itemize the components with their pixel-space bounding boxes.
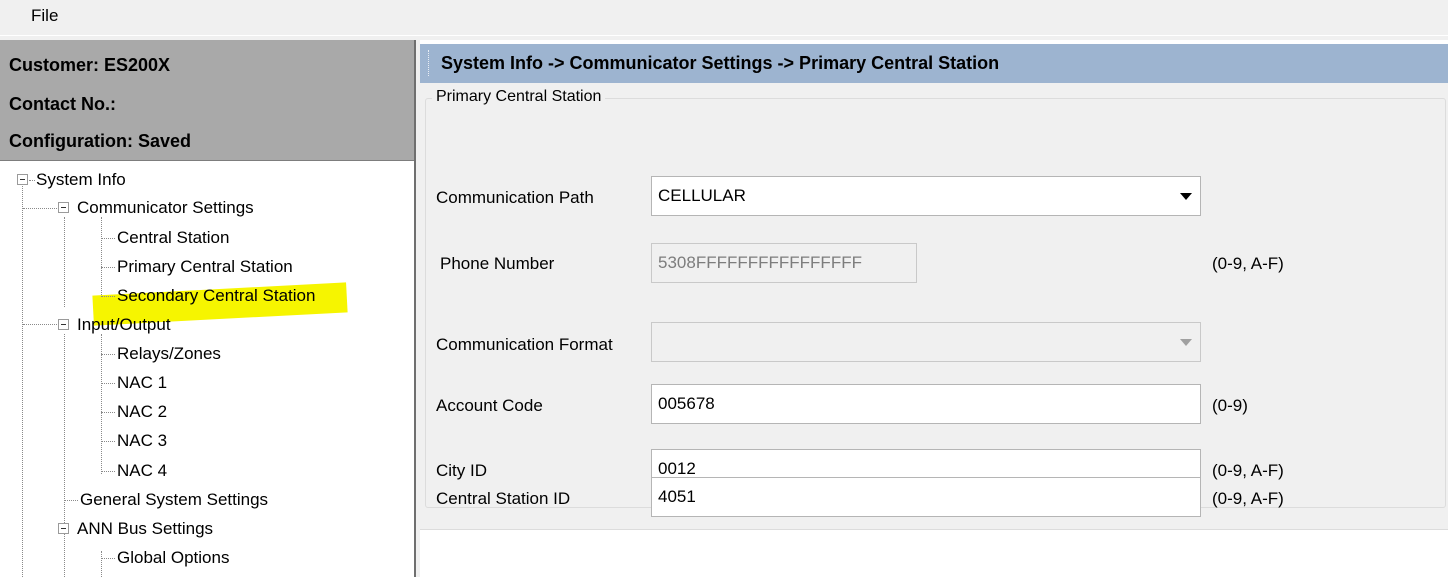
tree-line — [101, 558, 115, 559]
tree-line — [101, 267, 115, 268]
group-box-title: Primary Central Station — [432, 88, 606, 106]
file-menu[interactable]: File — [31, 6, 58, 26]
configuration-label: Configuration: Saved — [9, 131, 192, 151]
navigation-tree: System Info Communicator Settings Centra… — [0, 162, 414, 577]
grip-handle — [428, 50, 429, 76]
tree-item-nac-4[interactable]: NAC 4 — [117, 460, 167, 482]
tree-line — [101, 441, 115, 442]
tree-line — [23, 324, 59, 325]
tree-line — [22, 186, 23, 577]
phone-number-label: Phone Number — [440, 254, 555, 273]
city-id-value: 0012 — [658, 459, 696, 478]
tree-line — [101, 383, 115, 384]
communication-format-select[interactable] — [651, 322, 1201, 362]
communication-format-label: Communication Format — [436, 335, 613, 354]
tree-item-ann-bus-settings[interactable]: ANN Bus Settings — [77, 518, 213, 540]
customer-info-box: Customer: ES200X Contact No.: Configurat… — [0, 40, 414, 161]
tree-line — [101, 551, 102, 577]
tree-item-primary-central-station[interactable]: Primary Central Station — [117, 256, 293, 278]
tree-item-input-output[interactable]: Input/Output — [77, 314, 171, 336]
tree-item-global-options[interactable]: Global Options — [117, 547, 229, 569]
breadcrumb-bar: System Info -> Communicator Settings -> … — [420, 44, 1448, 83]
tree-line — [64, 500, 78, 501]
menu-bar: File — [0, 0, 1448, 36]
communication-path-label: Communication Path — [436, 188, 594, 207]
city-id-hint: (0-9, A-F) — [1212, 461, 1284, 480]
communication-path-select[interactable]: CELLULAR — [651, 176, 1201, 216]
collapse-icon[interactable] — [58, 523, 69, 534]
collapse-icon[interactable] — [58, 202, 69, 213]
tree-line — [101, 471, 115, 472]
tree-line — [23, 208, 59, 209]
account-code-label: Account Code — [436, 396, 543, 415]
dropdown-arrow-icon — [1180, 339, 1192, 346]
tree-item-nac-3[interactable]: NAC 3 — [117, 430, 167, 452]
tree-item-central-station[interactable]: Central Station — [117, 227, 229, 249]
central-station-id-value: 4051 — [658, 487, 696, 506]
city-id-label: City ID — [436, 461, 487, 480]
central-station-id-field[interactable]: 4051 — [651, 477, 1201, 517]
tree-item-relays-zones[interactable]: Relays/Zones — [117, 343, 221, 365]
phone-number-hint: (0-9, A-F) — [1212, 254, 1284, 273]
tree-line — [101, 217, 102, 307]
phone-number-field[interactable]: 5308FFFFFFFFFFFFFFFF — [651, 243, 917, 283]
left-panel: Customer: ES200X Contact No.: Configurat… — [0, 40, 416, 577]
settings-panel: System Info -> Communicator Settings -> … — [420, 40, 1448, 577]
tree-line — [101, 238, 115, 239]
tree-line — [64, 334, 65, 577]
breadcrumb: System Info -> Communicator Settings -> … — [441, 53, 1000, 73]
dropdown-arrow-icon — [1180, 193, 1192, 200]
tree-item-nac-2[interactable]: NAC 2 — [117, 401, 167, 423]
tree-line — [101, 354, 115, 355]
customer-label: Customer: ES200X — [9, 55, 171, 75]
tree-line — [101, 296, 115, 297]
collapse-icon[interactable] — [17, 174, 28, 185]
tree-line — [29, 180, 35, 181]
communication-path-value: CELLULAR — [658, 186, 746, 205]
form-area: Primary Central Station Communication Pa… — [420, 83, 1448, 529]
central-station-id-label: Central Station ID — [436, 489, 571, 508]
account-code-value: 005678 — [658, 394, 715, 413]
bottom-area — [420, 529, 1448, 577]
tree-line — [64, 217, 65, 307]
contact-label: Contact No.: — [9, 94, 116, 114]
collapse-icon[interactable] — [58, 319, 69, 330]
central-station-id-hint: (0-9, A-F) — [1212, 489, 1284, 508]
tree-item-nac-1[interactable]: NAC 1 — [117, 372, 167, 394]
tree-item-secondary-central-station[interactable]: Secondary Central Station — [117, 285, 315, 307]
tree-line — [101, 334, 102, 474]
tree-item-general-system-settings[interactable]: General System Settings — [80, 489, 268, 511]
tree-item-system-info[interactable]: System Info — [36, 169, 126, 191]
group-box — [425, 98, 1446, 508]
tree-line — [101, 412, 115, 413]
phone-number-value: 5308FFFFFFFFFFFFFFFF — [658, 253, 862, 272]
account-code-field[interactable]: 005678 — [651, 384, 1201, 424]
tree-item-communicator-settings[interactable]: Communicator Settings — [77, 197, 254, 219]
account-code-hint: (0-9) — [1212, 396, 1248, 415]
